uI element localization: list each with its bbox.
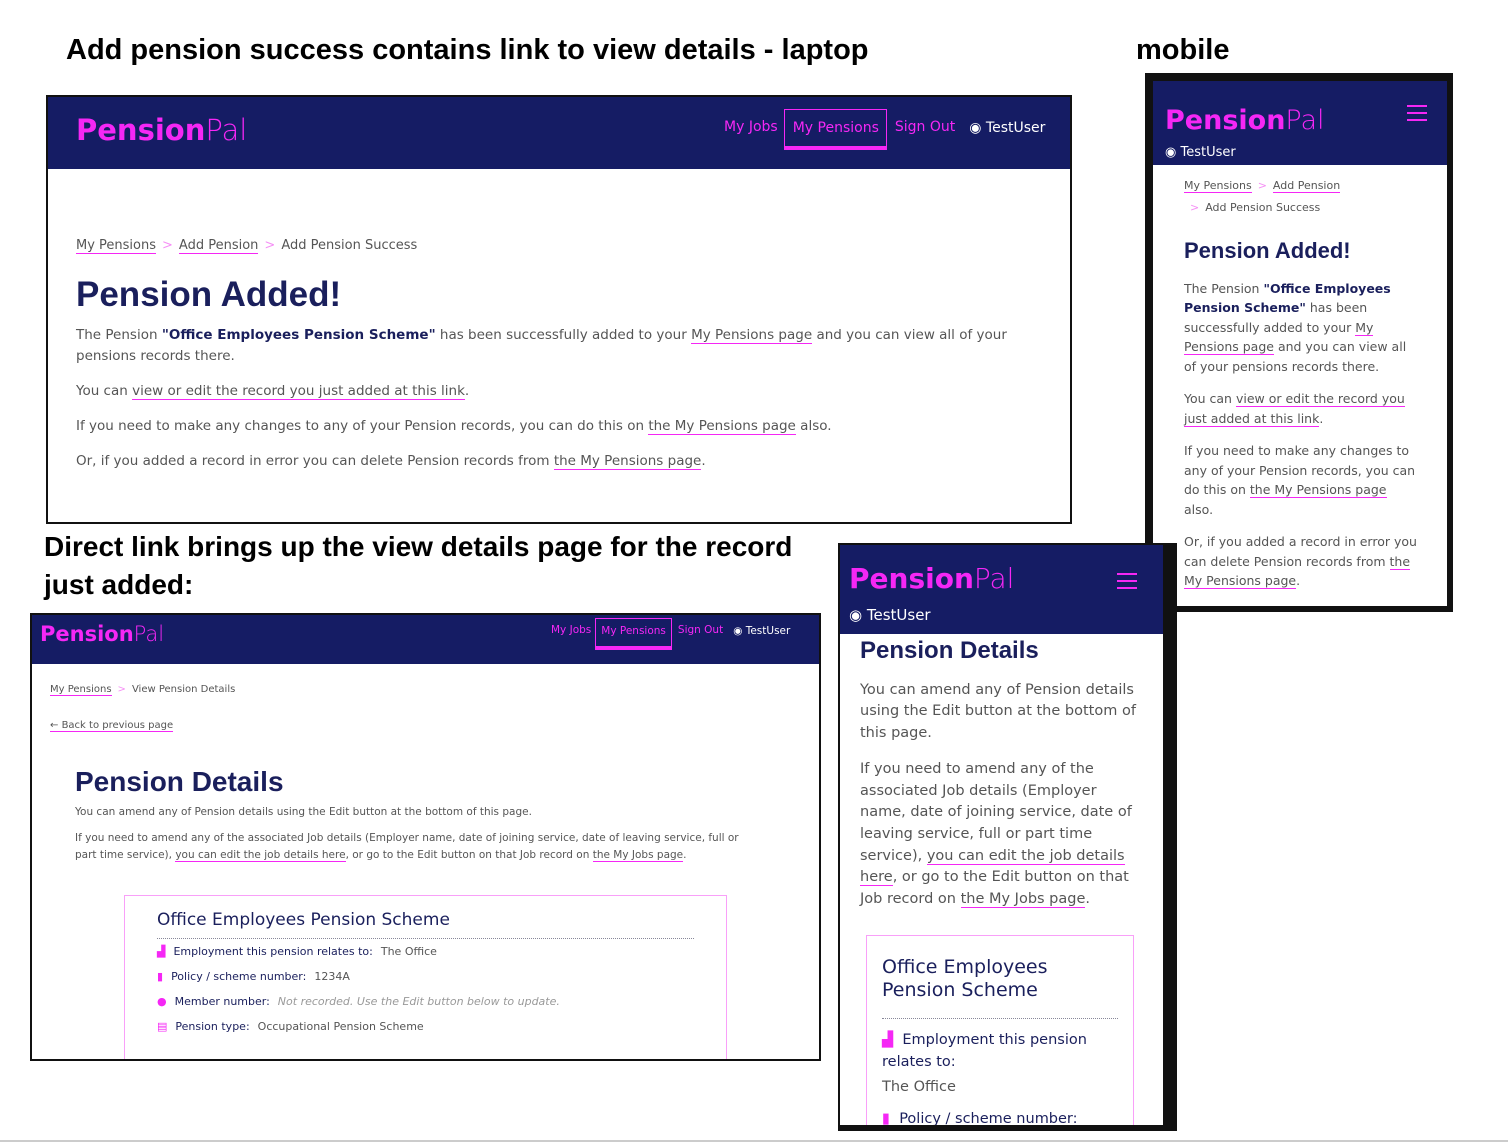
nav-menu: My Jobs My Pensions Sign Out ◉ TestUser [718,109,1051,150]
hamburger-menu-icon[interactable] [1117,573,1137,594]
user-icon: ◉ [733,625,743,637]
delete-text: Or, if you added a record in error you c… [76,453,706,470]
success-message: The Pension "Office Employees Pension Sc… [1184,280,1407,374]
crumb-current: Add Pension Success [1205,201,1321,214]
nav-menu: My Jobs My Pensions Sign Out ◉ TestUser [547,618,794,650]
nav-my-jobs[interactable]: My Jobs [547,618,595,642]
logo[interactable]: PensionPal [849,562,1014,595]
laptop-details-screen: PensionPal My Jobs My Pensions Sign Out … [30,613,821,1061]
user-name[interactable]: TestUser [867,606,931,624]
navbar: PensionPal My Jobs My Pensions Sign Out … [48,97,1070,169]
page-title: Pension Added! [1184,238,1351,263]
logo[interactable]: PensionPal [40,622,164,646]
crumb-current: Add Pension Success [281,238,418,253]
edit-job-link[interactable]: you can edit the job details here [175,849,346,862]
detail-row: ▟ Employment this pension relates to: The… [882,1029,1118,1098]
detail-row: ▟ Employment this pension relates to: The … [157,945,437,958]
my-pensions-page-link[interactable]: the My Pensions page [1249,482,1387,498]
mobile-success-screen: PensionPal ◉ TestUser My Pensions > Add Pe… [1145,73,1453,612]
navbar: PensionPal ◉ TestUser [840,545,1163,634]
amend-text: You can amend any of Pension details usi… [75,806,532,818]
pension-card: Office Employees Pension Scheme ▟ Employ… [866,935,1134,1127]
user-icon: ◉ [849,606,863,624]
view-record-link[interactable]: view or edit the record you just added a… [132,383,465,400]
logo[interactable]: PensionPal [1165,105,1325,136]
logo[interactable]: PensionPal [76,113,247,147]
navbar: PensionPal ◉ TestUser [1153,81,1447,165]
caption-direct-link: Direct link brings up the view details p… [44,531,793,600]
user-name[interactable]: TestUser [746,625,791,637]
caption-laptop: Add pension success contains link to vie… [66,34,869,66]
changes-text: If you need to make any changes to any o… [1184,443,1416,517]
nav-my-pensions[interactable]: My Pensions [595,618,672,650]
changes-text: If you need to make any changes to any o… [76,418,832,435]
laptop-success-screen: PensionPal My Jobs My Pensions Sign Out … [46,95,1072,524]
pension-card: Office Employees Pension Scheme ▟ Employm… [124,895,727,1059]
job-details-text: If you need to amend any of the associat… [75,832,739,862]
delete-text: Or, if you added a record in error you c… [1184,534,1417,589]
page-title: Pension Details [860,637,1039,664]
user-name[interactable]: TestUser [1180,145,1235,160]
caption-mobile: mobile [1136,34,1230,66]
detail-row: ● Member number: Not recorded. Use the Edi… [157,995,560,1008]
crumb-add-pension[interactable]: Add Pension [178,238,259,254]
crumb-my-pensions[interactable]: My Pensions [76,238,157,254]
navbar: PensionPal My Jobs My Pensions Sign Out … [32,615,819,664]
paperclip-icon: ▮ [157,970,164,983]
document-icon: ▤ [157,1020,168,1033]
nav-sign-out[interactable]: Sign Out [887,109,963,145]
crumb-my-pensions[interactable]: My Pensions [1184,179,1252,193]
breadcrumb: My Pensions > View Pension Details [50,684,236,696]
hamburger-menu-icon[interactable] [1407,105,1427,126]
crumb-add-pension[interactable]: Add Pension [1272,179,1341,193]
detail-row: ▤ Pension type: Occupational Pension Schem… [157,1020,424,1033]
view-record-text: You can view or edit the record you just… [1184,391,1405,427]
crumb-my-pensions[interactable]: My Pensions [50,684,112,696]
my-jobs-link[interactable]: the My Jobs page [592,849,684,862]
my-pensions-page-link[interactable]: the My Pensions page [648,418,796,435]
breadcrumb: My Pensions > Add Pension > Add Pension Succ… [1184,179,1341,214]
user-icon: ◉ [1165,145,1177,160]
amend-text: You can amend any of Pension details usi… [860,681,1136,742]
nav-my-jobs[interactable]: My Jobs [718,109,784,145]
detail-row: ▮ Policy / scheme number: [882,1108,1118,1127]
building-icon: ▟ [882,1032,894,1048]
my-pensions-link[interactable]: My Pensions page [691,327,813,344]
card-title: Office Employees Pension Scheme [882,956,1048,1001]
user-icon: ◉ [969,120,982,136]
mobile-details-screen: PensionPal ◉ TestUser Pension Details Yo… [838,543,1177,1131]
breadcrumb: My Pensions > Add Pension > Add Pension Succ… [76,238,418,254]
person-icon: ● [157,995,167,1008]
page-title: Pension Added! [76,275,342,314]
job-details-text: If you need to amend any of the associat… [860,760,1132,909]
my-jobs-link[interactable]: the My Jobs page [960,891,1086,909]
view-record-text: You can view or edit the record you just… [76,383,470,400]
success-message: The Pension "Office Employees Pension Sc… [76,327,1007,364]
my-pensions-page-link-2[interactable]: the My Pensions page [553,453,702,470]
nav-sign-out[interactable]: Sign Out [672,618,729,642]
user-name[interactable]: TestUser [986,120,1045,136]
page-title: Pension Details [75,766,284,797]
detail-row: ▮ Policy / scheme number: 1234A [157,970,350,983]
crumb-current: View Pension Details [131,684,236,695]
paperclip-icon: ▮ [882,1111,890,1127]
nav-my-pensions[interactable]: My Pensions [783,109,887,150]
card-title: Office Employees Pension Scheme [157,910,450,930]
back-link[interactable]: ← Back to previous page [50,720,174,732]
building-icon: ▟ [157,945,166,958]
